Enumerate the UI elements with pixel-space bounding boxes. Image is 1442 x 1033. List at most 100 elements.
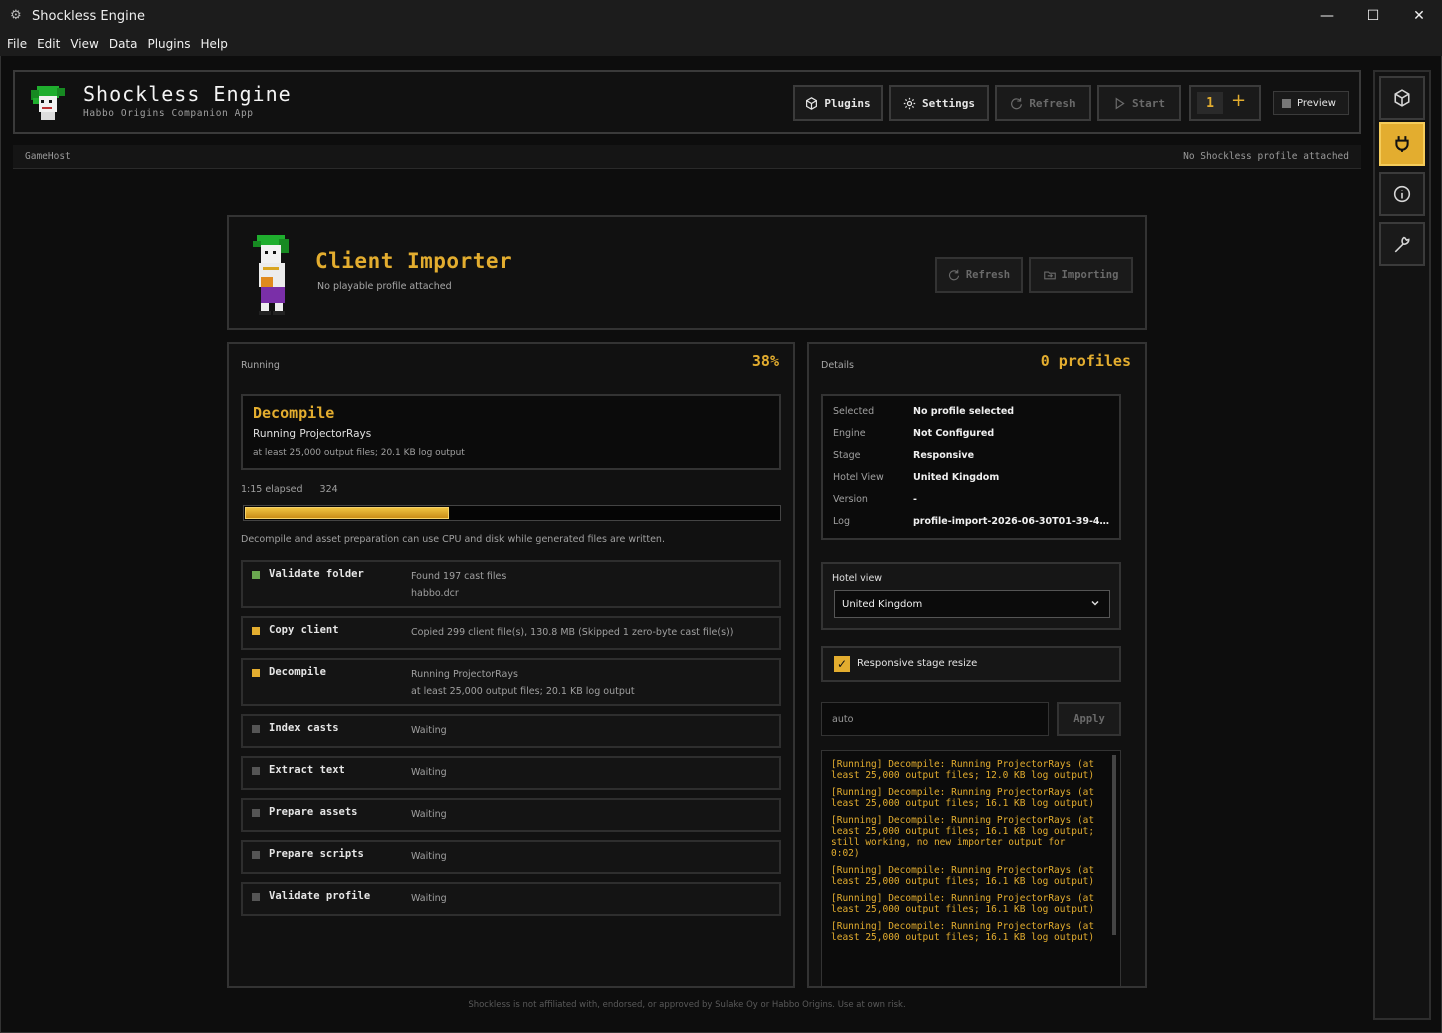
- progress-percent: 38%: [751, 352, 779, 370]
- plugins-button[interactable]: Plugins: [793, 85, 883, 121]
- plugins-label: Plugins: [824, 96, 871, 110]
- step-detail: Found 197 cast files: [411, 571, 507, 582]
- responsive-checkbox[interactable]: ✓: [834, 656, 850, 672]
- menu-edit[interactable]: Edit: [32, 37, 65, 51]
- menu-bar: File Edit View Data Plugins Help: [0, 32, 1442, 56]
- step-row: Extract text Waiting: [241, 756, 781, 790]
- step-detail: Waiting: [411, 725, 447, 736]
- step-detail: Waiting: [411, 851, 447, 862]
- current-step-detail: at least 25,000 output files; 20.1 KB lo…: [253, 448, 465, 458]
- step-detail: Running ProjectorRays: [411, 669, 518, 680]
- add-instance-button[interactable]: +: [1231, 90, 1246, 111]
- brand-title: Shockless Engine: [83, 82, 292, 106]
- importer-title: Client Importer: [315, 249, 513, 273]
- menu-view[interactable]: View: [65, 37, 103, 51]
- step-detail-secondary: at least 25,000 output files; 20.1 KB lo…: [411, 686, 635, 697]
- step-name: Validate folder: [269, 568, 364, 580]
- settings-label: Settings: [922, 96, 975, 110]
- detail-value: -: [913, 494, 917, 505]
- apply-button[interactable]: Apply: [1057, 702, 1121, 736]
- cube-icon: [1394, 89, 1410, 107]
- rail-tools-button[interactable]: [1379, 222, 1425, 266]
- maximize-button[interactable]: ☐: [1350, 0, 1396, 32]
- plug-icon: [1395, 136, 1409, 152]
- detail-key: Stage: [833, 450, 861, 461]
- title-bar: ⚙ Shockless Engine — ☐ ✕: [0, 0, 1442, 32]
- step-row: Index casts Waiting: [241, 714, 781, 748]
- hotel-view-select[interactable]: United Kingdom: [834, 590, 1110, 618]
- detail-value: United Kingdom: [913, 472, 1000, 483]
- menu-data[interactable]: Data: [104, 37, 143, 51]
- refresh-icon: [948, 269, 959, 281]
- minimize-button[interactable]: —: [1304, 0, 1350, 32]
- instance-count: 1: [1197, 92, 1223, 114]
- log-scrollbar[interactable]: [1112, 755, 1116, 935]
- preview-label: Preview: [1297, 97, 1336, 109]
- settings-button[interactable]: Settings: [889, 85, 989, 121]
- menu-plugins[interactable]: Plugins: [142, 37, 195, 51]
- cube-icon: [806, 96, 818, 110]
- preview-checkbox-icon: [1282, 98, 1291, 108]
- step-row: Validate profile Waiting: [241, 882, 781, 916]
- info-icon: [1393, 185, 1411, 203]
- importer-header: Client Importer No playable profile atta…: [227, 215, 1147, 330]
- step-detail: Copied 299 client file(s), 130.8 MB (Ski…: [411, 627, 734, 638]
- step-name: Decompile: [269, 666, 326, 678]
- detail-key: Log: [833, 516, 850, 527]
- step-row: Copy client Copied 299 client file(s), 13…: [241, 616, 781, 650]
- wrench-icon: [1394, 236, 1410, 253]
- app-icon: ⚙: [10, 8, 22, 23]
- log-entry: [Running] Decompile: Running ProjectorRa…: [831, 787, 1095, 809]
- rail-plugins-button[interactable]: [1379, 76, 1425, 120]
- preview-toggle[interactable]: Preview: [1273, 91, 1349, 115]
- step-row: Prepare scripts Waiting: [241, 840, 781, 874]
- status-right: No Shockless profile attached: [1183, 151, 1349, 162]
- log-entry: [Running] Decompile: Running ProjectorRa…: [831, 759, 1095, 781]
- step-detail: Waiting: [411, 767, 447, 778]
- refresh-icon: [1011, 97, 1023, 109]
- step-row: Decompile Running ProjectorRays at least 2…: [241, 658, 781, 706]
- menu-file[interactable]: File: [2, 37, 32, 51]
- responsive-label: Responsive stage resize: [857, 658, 978, 669]
- hotel-view-value: United Kingdom: [842, 598, 923, 610]
- status-strip: GameHost No Shockless profile attached: [13, 145, 1361, 169]
- step-detail: Waiting: [411, 809, 447, 820]
- stage-size-input[interactable]: auto: [821, 702, 1049, 736]
- window-controls: — ☐ ✕: [1304, 0, 1442, 32]
- rail-importer-button[interactable]: [1379, 122, 1425, 166]
- details-label: Details: [821, 360, 854, 371]
- importer-refresh-button[interactable]: Refresh: [935, 257, 1023, 293]
- step-name: Validate profile: [269, 890, 371, 902]
- details-panel: Details 0 profiles Selected No profile se…: [807, 342, 1147, 988]
- current-step-line: Running ProjectorRays: [253, 428, 372, 440]
- importing-button[interactable]: Importing: [1029, 257, 1133, 293]
- rail-info-button[interactable]: [1379, 172, 1425, 216]
- responsive-resize-option[interactable]: ✓ Responsive stage resize: [821, 646, 1121, 682]
- step-row: Validate folder Found 197 cast files habbo…: [241, 560, 781, 608]
- step-detail: Waiting: [411, 893, 447, 904]
- importer-subtitle: No playable profile attached: [317, 281, 452, 292]
- side-rail: [1373, 70, 1431, 1020]
- chevron-down-icon: [1091, 600, 1099, 606]
- log-output[interactable]: [Running] Decompile: Running ProjectorRa…: [821, 750, 1121, 986]
- brand-subtitle: Habbo Origins Companion App: [83, 108, 254, 119]
- detail-key: Selected: [833, 406, 875, 417]
- log-entry: [Running] Decompile: Running ProjectorRa…: [831, 921, 1095, 943]
- play-icon: [1115, 96, 1125, 110]
- importer-refresh-label: Refresh: [965, 269, 1011, 281]
- step-status-dot: [252, 725, 260, 733]
- start-button[interactable]: Start: [1097, 85, 1181, 121]
- detail-value: Responsive: [913, 450, 975, 461]
- details-table: Selected No profile selected Engine Not Co…: [821, 394, 1121, 540]
- refresh-button[interactable]: Refresh: [995, 85, 1091, 121]
- step-name: Prepare scripts: [269, 848, 364, 860]
- step-status-dot: [252, 627, 260, 635]
- elapsed-time: 1:15 elapsed: [241, 484, 303, 495]
- logo-icon: [31, 86, 65, 120]
- progress-fill: [245, 507, 449, 519]
- close-button[interactable]: ✕: [1396, 0, 1442, 32]
- menu-help[interactable]: Help: [195, 37, 232, 51]
- window-title: Shockless Engine: [32, 8, 145, 24]
- log-entry: [Running] Decompile: Running ProjectorRa…: [831, 893, 1095, 915]
- detail-key: Hotel View: [833, 472, 884, 483]
